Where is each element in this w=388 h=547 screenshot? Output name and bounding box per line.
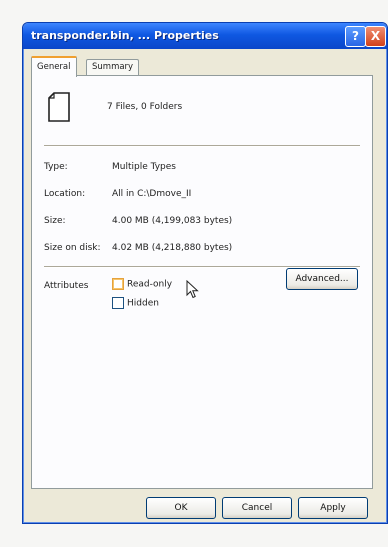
read-only-label: Read-only [127, 279, 173, 290]
properties-window: transponder.bin, ... Properties ? X Gene… [22, 22, 388, 524]
hidden-checkbox[interactable] [112, 297, 124, 309]
read-only-checkbox[interactable] [112, 278, 124, 290]
apply-button[interactable]: Apply [298, 497, 368, 519]
tab-summary[interactable]: Summary [86, 59, 140, 75]
close-button[interactable]: X [365, 26, 386, 47]
size-on-disk-label: Size on disk: [44, 243, 101, 253]
window-title: transponder.bin, ... Properties [31, 29, 219, 42]
tab-general[interactable]: General [31, 56, 77, 77]
ok-button[interactable]: OK [146, 497, 216, 519]
document-icon [48, 92, 70, 122]
cancel-button[interactable]: Cancel [222, 497, 292, 519]
title-bar[interactable]: transponder.bin, ... Properties ? X [23, 23, 387, 49]
help-button[interactable]: ? [345, 26, 366, 47]
advanced-button[interactable]: Advanced... [286, 268, 358, 290]
size-value: 4.00 MB (4,199,083 bytes) [112, 216, 233, 226]
size-label: Size: [44, 216, 66, 226]
size-on-disk-value: 4.02 MB (4,218,880 bytes) [112, 243, 233, 253]
location-value: All in C:\Dmove_II [112, 189, 192, 199]
file-count-text: 7 Files, 0 Folders [107, 102, 183, 112]
location-label: Location: [44, 189, 86, 199]
read-only-checkbox-row[interactable]: Read-only [112, 278, 172, 290]
hidden-checkbox-row[interactable]: Hidden [112, 297, 159, 309]
type-label: Type: [44, 162, 68, 172]
hidden-label: Hidden [127, 298, 159, 309]
attributes-label: Attributes [44, 281, 89, 291]
mouse-cursor-icon [186, 280, 199, 299]
divider [44, 145, 360, 147]
type-value: Multiple Types [112, 162, 176, 172]
